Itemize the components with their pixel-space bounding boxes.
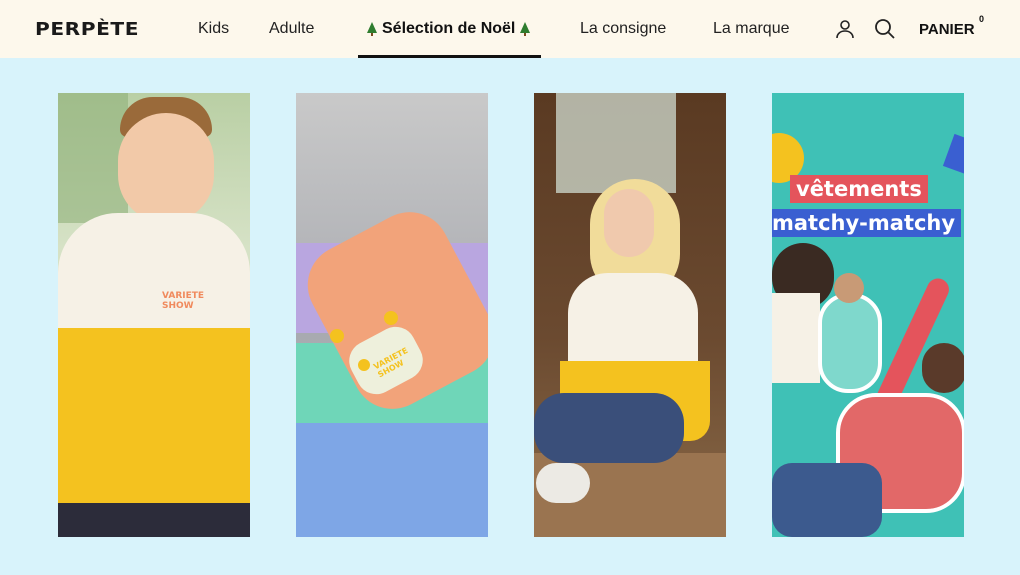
face bbox=[118, 113, 214, 223]
button-1 bbox=[384, 311, 398, 325]
product-card-woman[interactable] bbox=[534, 93, 726, 537]
cart-button[interactable]: PANIER 0 bbox=[919, 0, 984, 58]
nav-item-selection-noel-label: Sélection de Noël bbox=[382, 20, 516, 37]
account-icon[interactable] bbox=[833, 17, 857, 41]
nav-item-selection-noel[interactable]: Sélection de Noël bbox=[362, 0, 535, 58]
site-header: PERPÈTE Kids Adulte Sélection de Noël La… bbox=[0, 0, 1020, 58]
blue-sticker bbox=[942, 133, 964, 175]
button-2 bbox=[330, 329, 344, 343]
christmas-tree-icon bbox=[367, 22, 377, 36]
promo-line-2: matchy-matchy bbox=[772, 209, 962, 237]
active-nav-underline bbox=[358, 55, 541, 58]
nav-item-adulte[interactable]: Adulte bbox=[269, 0, 314, 58]
nav-item-la-consigne[interactable]: La consigne bbox=[580, 0, 666, 58]
jeans bbox=[772, 463, 882, 537]
product-card-kid[interactable]: VARIETE SHOW bbox=[58, 93, 250, 537]
product-card-bag[interactable]: VARIETE SHOW bbox=[296, 93, 488, 537]
christmas-tree-icon bbox=[520, 22, 531, 36]
child-head bbox=[834, 273, 864, 303]
sweatshirt-top bbox=[568, 273, 698, 363]
pants bbox=[58, 503, 250, 537]
sweatshirt-top bbox=[58, 213, 250, 333]
sneaker bbox=[536, 463, 590, 503]
cart-label: PANIER bbox=[919, 20, 975, 38]
sweatshirt-bottom bbox=[58, 328, 250, 503]
promo-card-matchy[interactable]: vêtements matchy-matchy bbox=[772, 93, 964, 537]
brand-logo[interactable]: PERPÈTE bbox=[35, 19, 139, 40]
map-poster bbox=[556, 93, 676, 193]
child-teal-sweatshirt bbox=[818, 293, 882, 393]
woman-hair bbox=[922, 343, 964, 393]
man-sweatshirt bbox=[772, 293, 820, 383]
search-icon[interactable] bbox=[873, 17, 897, 41]
nav-item-la-marque[interactable]: La marque bbox=[713, 0, 790, 58]
blue-crate bbox=[296, 423, 488, 537]
sweatshirt-badge: VARIETE SHOW bbox=[162, 291, 205, 311]
promo-line-1: vêtements bbox=[790, 175, 928, 203]
jeans bbox=[534, 393, 684, 463]
cart-count-badge: 0 bbox=[979, 14, 985, 24]
nav-item-kids[interactable]: Kids bbox=[198, 0, 229, 58]
face bbox=[604, 189, 654, 257]
button-3 bbox=[358, 359, 370, 371]
